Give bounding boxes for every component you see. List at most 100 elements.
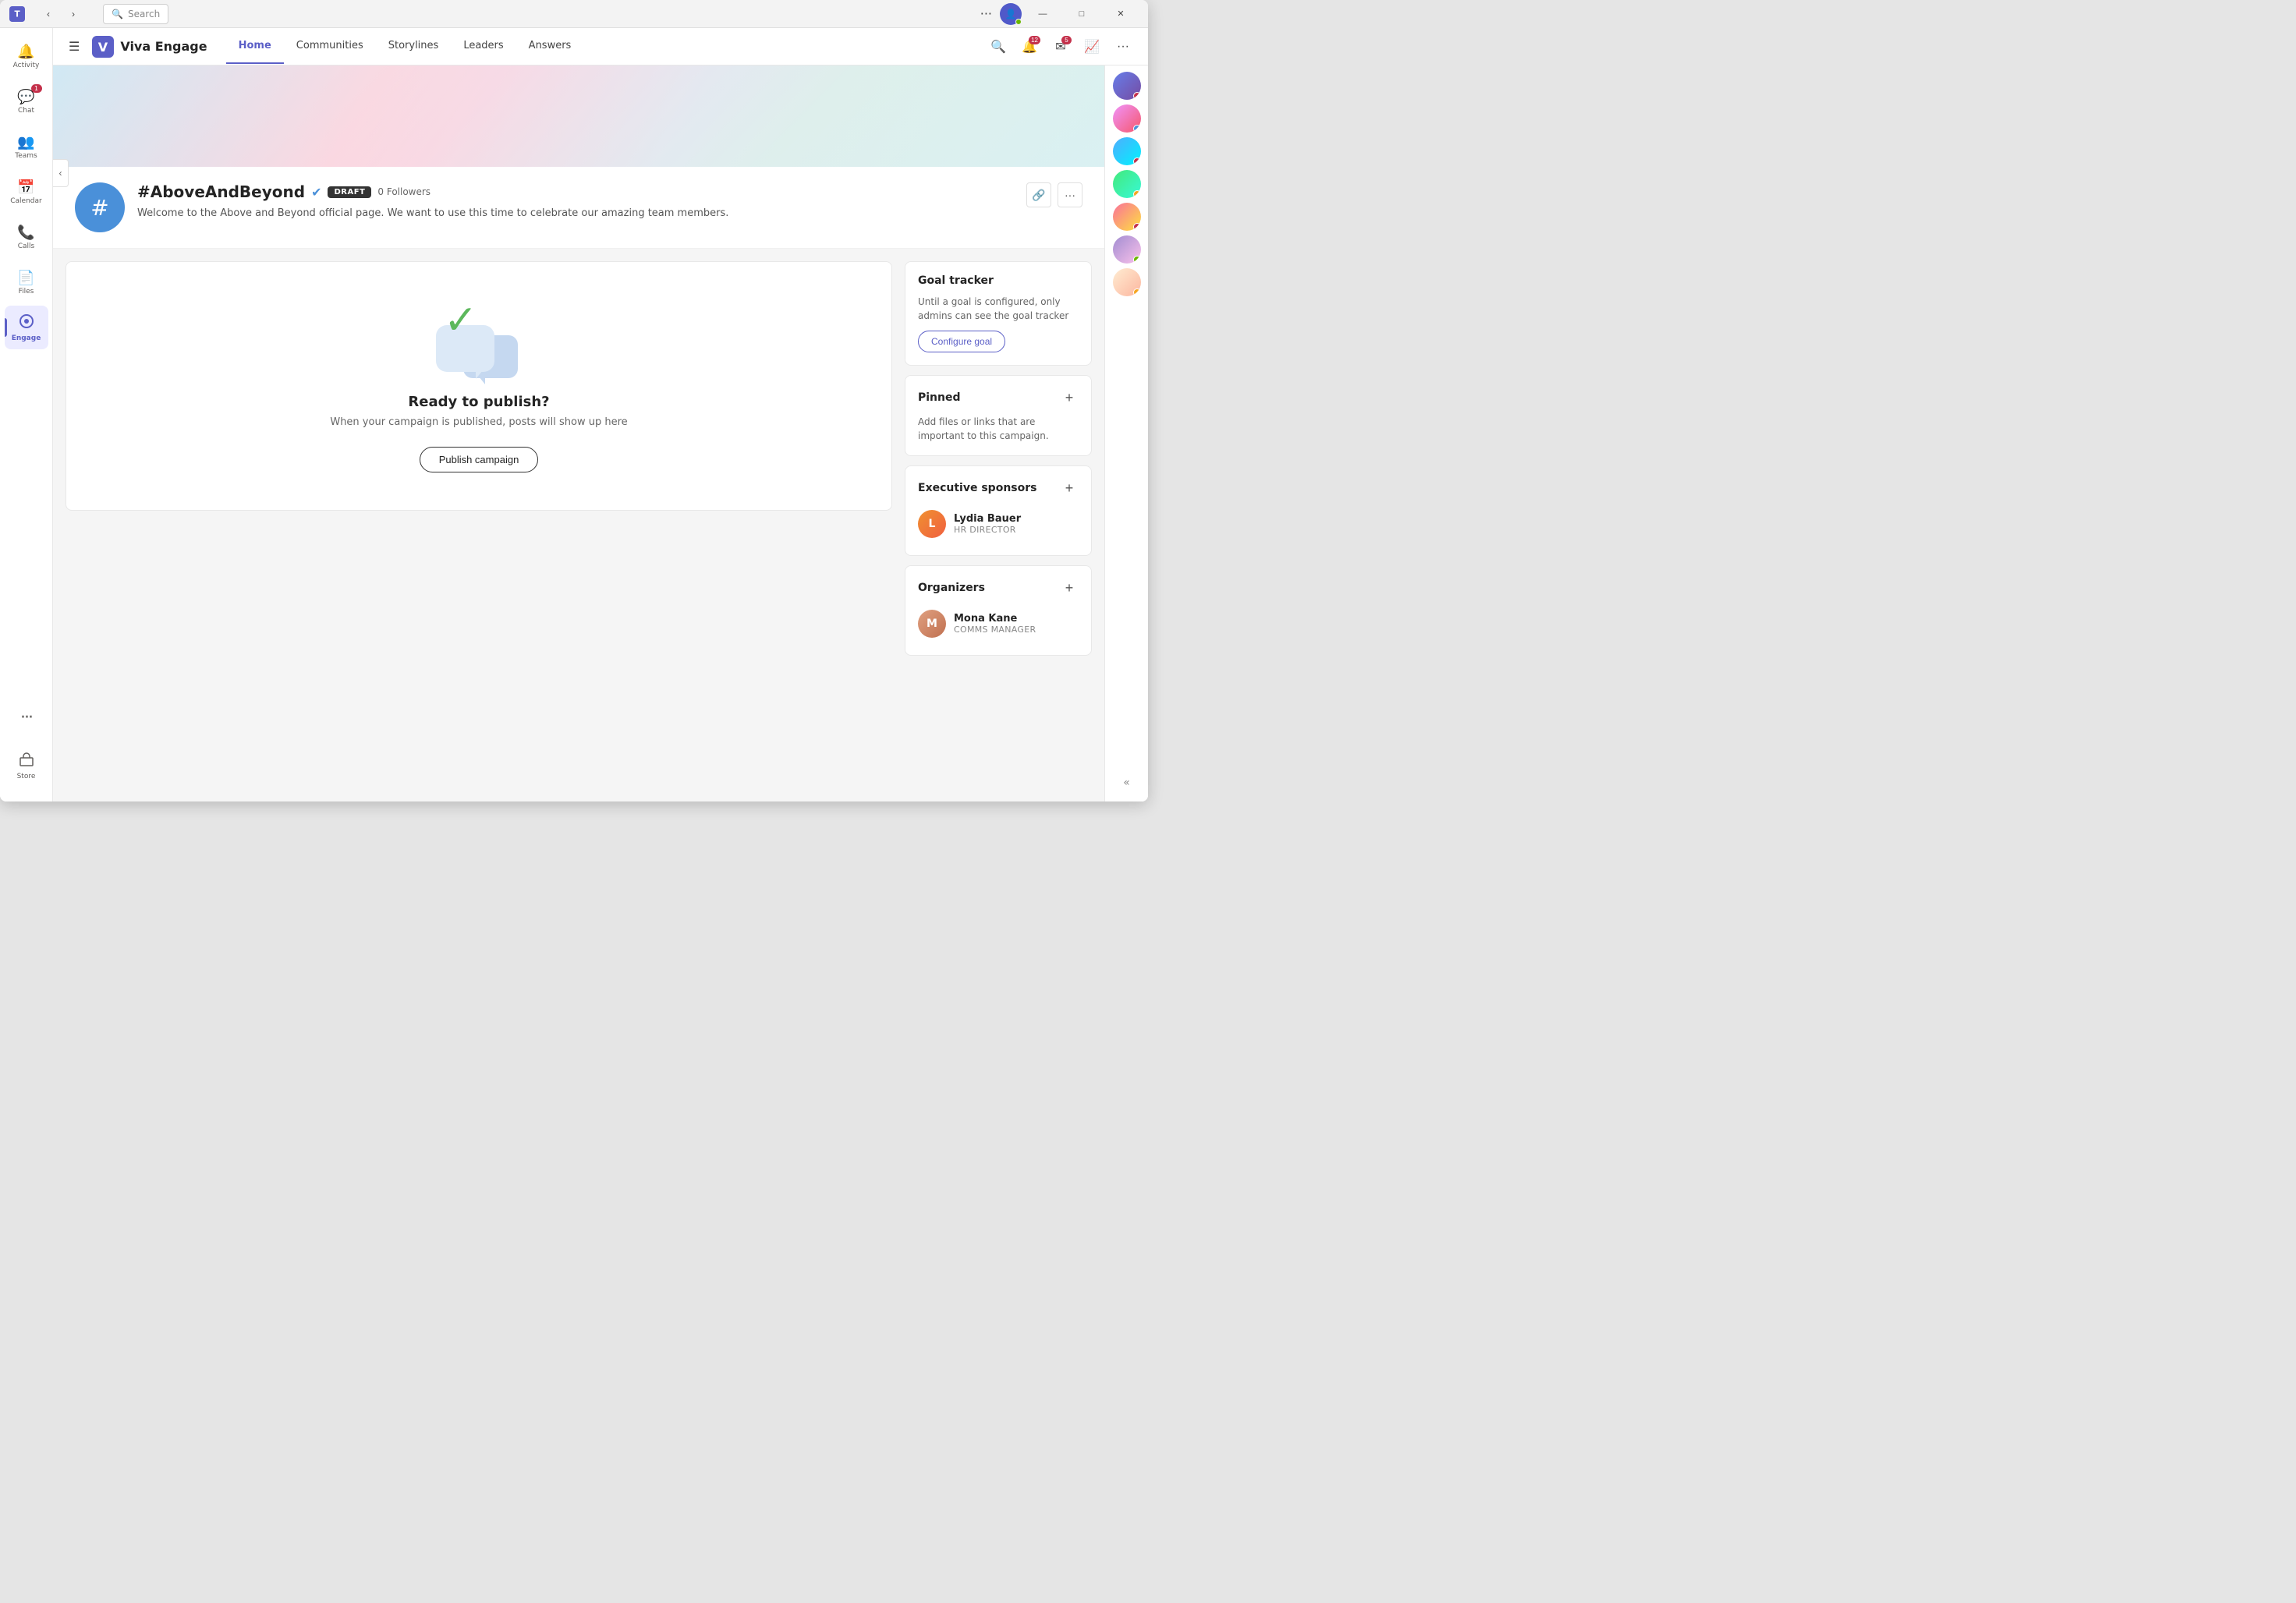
close-button[interactable]: ✕ bbox=[1103, 2, 1139, 27]
organizers-panel: Organizers + M Mona Kane COMMS bbox=[905, 565, 1092, 656]
configure-goal-button[interactable]: Configure goal bbox=[918, 331, 1005, 352]
sidebar-item-engage[interactable]: Engage bbox=[5, 306, 48, 349]
active-indicator bbox=[5, 318, 7, 337]
ready-illustration: ✓ bbox=[432, 300, 526, 378]
app-name: Viva Engage bbox=[120, 39, 207, 54]
right-avatar-6[interactable] bbox=[1113, 235, 1141, 264]
forward-button[interactable]: › bbox=[62, 5, 84, 23]
executive-sponsors-title: Executive sponsors bbox=[918, 482, 1036, 494]
left-sidebar: 🔔 Activity 💬 1 Chat 👥 Teams 📅 Calendar 📞… bbox=[0, 28, 53, 802]
sidebar-label-teams: Teams bbox=[15, 152, 37, 160]
pinned-panel: Pinned + Add files or links that are imp… bbox=[905, 375, 1092, 456]
sidebar-item-store[interactable]: Store bbox=[5, 744, 48, 787]
sidebar-item-calendar[interactable]: 📅 Calendar bbox=[5, 170, 48, 214]
chart-button[interactable]: 📈 bbox=[1079, 34, 1104, 59]
hamburger-menu[interactable]: ☰ bbox=[66, 36, 83, 57]
campaign-banner bbox=[53, 65, 1104, 167]
chat-badge: 1 bbox=[31, 84, 42, 93]
nav-answers[interactable]: Answers bbox=[516, 29, 584, 64]
sidebar-label-activity: Activity bbox=[13, 62, 40, 69]
link-button[interactable]: 🔗 bbox=[1026, 182, 1051, 207]
sidebar-item-more[interactable]: ··· bbox=[5, 695, 48, 739]
nav-storylines[interactable]: Storylines bbox=[376, 29, 452, 64]
sidebar-label-store: Store bbox=[17, 773, 36, 780]
right-avatar-3[interactable] bbox=[1113, 137, 1141, 165]
maximize-button[interactable]: □ bbox=[1064, 2, 1100, 27]
sidebar-label-files: Files bbox=[19, 288, 34, 295]
nav-home[interactable]: Home bbox=[226, 29, 284, 64]
main-panel: ✓ Ready to publish? When your campaign i… bbox=[66, 261, 892, 511]
app-header: ☰ V Viva Engage Home Communities Storyli… bbox=[53, 28, 1148, 65]
lydia-avatar: L bbox=[918, 510, 946, 538]
teams-logo-icon: T bbox=[9, 6, 25, 22]
pinned-description: Add files or links that are important to… bbox=[918, 415, 1079, 443]
content-area: ☰ V Viva Engage Home Communities Storyli… bbox=[53, 28, 1148, 802]
lydia-role: HR DIRECTOR bbox=[954, 525, 1079, 535]
files-icon: 📄 bbox=[17, 270, 34, 286]
organizers-title: Organizers bbox=[918, 582, 985, 594]
executive-sponsors-panel: Executive sponsors + L Lydia Bauer bbox=[905, 465, 1092, 556]
content-columns: ✓ Ready to publish? When your campaign i… bbox=[53, 249, 1104, 802]
right-avatar-7[interactable] bbox=[1113, 268, 1141, 296]
sidebar-bottom: ··· Store bbox=[5, 695, 48, 795]
svg-text:V: V bbox=[98, 40, 108, 55]
svg-text:T: T bbox=[14, 9, 20, 19]
title-search-placeholder: Search bbox=[128, 9, 160, 19]
campaign-icon-symbol: # bbox=[90, 195, 108, 221]
campaign-icon: # bbox=[75, 182, 125, 232]
organizers-header: Organizers + bbox=[918, 579, 1079, 597]
campaign-title: #AboveAndBeyond bbox=[137, 182, 305, 201]
campaign-description: Welcome to the Above and Beyond official… bbox=[137, 206, 1014, 221]
user-avatar-title[interactable]: 👤 bbox=[1000, 3, 1022, 25]
avatar-7-badge bbox=[1133, 288, 1141, 296]
goal-tracker-header: Goal tracker bbox=[918, 274, 1079, 287]
mona-avatar: M bbox=[918, 610, 946, 638]
campaign-header: # #AboveAndBeyond ✔ DRAFT 0 Followers We… bbox=[53, 167, 1104, 249]
mail-button[interactable]: ✉ 5 bbox=[1048, 34, 1073, 59]
collapse-sidebar-button[interactable]: ‹ bbox=[53, 159, 69, 187]
sidebar-item-calls[interactable]: 📞 Calls bbox=[5, 215, 48, 259]
sidebar-item-files[interactable]: 📄 Files bbox=[5, 260, 48, 304]
more-options-button[interactable]: ··· bbox=[1058, 182, 1082, 207]
ready-subtitle: When your campaign is published, posts w… bbox=[330, 416, 627, 428]
search-button[interactable]: 🔍 bbox=[986, 34, 1011, 59]
pinned-title: Pinned bbox=[918, 391, 961, 404]
right-avatar-5[interactable] bbox=[1113, 203, 1141, 231]
avatar-4-badge bbox=[1133, 190, 1141, 198]
more-icon: ··· bbox=[20, 708, 32, 727]
right-avatar-2[interactable] bbox=[1113, 104, 1141, 133]
header-more-button[interactable]: ··· bbox=[1111, 34, 1136, 59]
sidebar-item-chat[interactable]: 💬 1 Chat bbox=[5, 80, 48, 123]
notifications-button[interactable]: 🔔 12 bbox=[1017, 34, 1042, 59]
activity-icon: 🔔 bbox=[17, 44, 34, 60]
notifications-badge: 12 bbox=[1029, 36, 1040, 44]
right-panel-collapse-button[interactable]: « bbox=[1117, 770, 1136, 795]
goal-tracker-title: Goal tracker bbox=[918, 274, 994, 287]
nav-communities[interactable]: Communities bbox=[284, 29, 376, 64]
pinned-header: Pinned + bbox=[918, 388, 1079, 407]
back-button[interactable]: ‹ bbox=[37, 5, 59, 23]
sidebar-item-activity[interactable]: 🔔 Activity bbox=[5, 34, 48, 78]
campaign-info: #AboveAndBeyond ✔ DRAFT 0 Followers Welc… bbox=[137, 182, 1014, 221]
title-search-icon: 🔍 bbox=[112, 9, 123, 19]
header-actions: 🔍 🔔 12 ✉ 5 📈 ··· bbox=[986, 34, 1136, 59]
right-avatar-panel: « bbox=[1104, 65, 1148, 802]
publish-campaign-button[interactable]: Publish campaign bbox=[420, 447, 539, 472]
minimize-button[interactable]: — bbox=[1025, 2, 1061, 27]
app-window: T ‹ › 🔍 Search ··· 👤 — □ ✕ bbox=[0, 0, 1148, 802]
mona-name: Mona Kane bbox=[954, 613, 1079, 625]
right-avatar-1[interactable] bbox=[1113, 72, 1141, 100]
organizer-row: M Mona Kane COMMS MANAGER bbox=[918, 605, 1079, 642]
lydia-info: Lydia Bauer HR DIRECTOR bbox=[954, 513, 1079, 535]
title-bar-more[interactable]: ··· bbox=[976, 3, 997, 24]
executive-sponsors-add-button[interactable]: + bbox=[1060, 479, 1079, 497]
pinned-add-button[interactable]: + bbox=[1060, 388, 1079, 407]
app-logo: V Viva Engage bbox=[92, 36, 207, 58]
title-search-bar[interactable]: 🔍 Search bbox=[103, 4, 168, 24]
right-avatar-4[interactable] bbox=[1113, 170, 1141, 198]
nav-leaders[interactable]: Leaders bbox=[451, 29, 516, 64]
sidebar-item-teams[interactable]: 👥 Teams bbox=[5, 125, 48, 168]
checkmark-icon: ✓ bbox=[444, 300, 478, 341]
teams-icon-nav: 👥 bbox=[17, 134, 34, 150]
organizers-add-button[interactable]: + bbox=[1060, 579, 1079, 597]
